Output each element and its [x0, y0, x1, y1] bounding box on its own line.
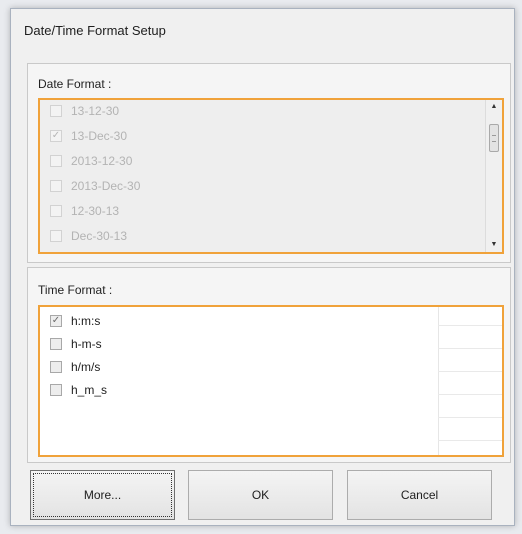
date-format-option[interactable]: Dec-30-13 [50, 227, 127, 245]
date-format-option-label: 13-Dec-30 [71, 129, 128, 143]
date-format-option-label: 2013-12-30 [71, 154, 133, 168]
ok-button[interactable]: OK [188, 470, 333, 520]
dialog-title: Date/Time Format Setup [24, 23, 166, 38]
date-format-option-label: Dec-30-13 [71, 229, 128, 243]
row-divider [438, 325, 502, 326]
column-divider [438, 307, 439, 455]
more-button[interactable]: More... [30, 470, 175, 520]
row-divider [438, 417, 502, 418]
time-format-label: Time Format : [38, 283, 113, 297]
checkbox-icon[interactable] [50, 180, 62, 192]
time-format-option-label: h:m:s [71, 314, 101, 328]
checkbox-icon[interactable] [50, 105, 62, 117]
row-divider [438, 440, 502, 441]
time-format-option-label: h_m_s [71, 383, 108, 397]
scroll-up-arrow-icon[interactable]: ▲ [486, 100, 502, 114]
time-format-list[interactable]: ✓ h:m:s h-m-s h/m/s h_m_s [38, 305, 504, 457]
time-format-option[interactable]: h_m_s [50, 381, 107, 399]
cancel-button[interactable]: Cancel [347, 470, 492, 520]
date-format-group: Date Format : 13-12-30 ✓ 13-Dec-30 2013-… [27, 63, 511, 263]
time-format-option[interactable]: h-m-s [50, 335, 102, 353]
date-format-option[interactable]: 2013-Dec-30 [50, 177, 140, 195]
dialog-window: Date/Time Format Setup Date Format : 13-… [10, 8, 515, 526]
row-divider [438, 348, 502, 349]
row-divider [438, 394, 502, 395]
checkbox-checked-icon[interactable]: ✓ [50, 130, 62, 142]
date-format-option[interactable]: 13-12-30 [50, 102, 119, 120]
date-format-option[interactable]: 12-30-13 [50, 202, 119, 220]
date-format-list[interactable]: 13-12-30 ✓ 13-Dec-30 2013-12-30 2013-Dec… [38, 98, 504, 254]
checkbox-icon[interactable] [50, 155, 62, 167]
time-format-option-label: h/m/s [71, 360, 101, 374]
row-divider [438, 371, 502, 372]
date-format-option-label: 2013-Dec-30 [71, 179, 141, 193]
time-format-option-label: h-m-s [71, 337, 102, 351]
scroll-down-arrow-icon[interactable]: ▼ [486, 238, 502, 252]
checkbox-icon[interactable] [50, 384, 62, 396]
time-format-group: Time Format : ✓ h:m:s h-m-s h/m/s h_m_s [27, 267, 511, 463]
checkbox-icon[interactable] [50, 205, 62, 217]
date-format-option-label: 13-12-30 [71, 104, 120, 118]
date-format-option-label: 12-30-13 [71, 204, 120, 218]
date-format-option[interactable]: 2013-12-30 [50, 152, 132, 170]
checkbox-icon[interactable] [50, 338, 62, 350]
vertical-scrollbar[interactable]: ▲ ▼ [485, 100, 502, 252]
checkbox-checked-icon[interactable]: ✓ [50, 315, 62, 327]
date-format-label: Date Format : [38, 77, 112, 91]
scroll-thumb[interactable] [489, 124, 499, 152]
date-format-option[interactable]: ✓ 13-Dec-30 [50, 127, 127, 145]
time-format-option[interactable]: h/m/s [50, 358, 100, 376]
checkbox-icon[interactable] [50, 361, 62, 373]
time-format-option[interactable]: ✓ h:m:s [50, 312, 100, 330]
checkbox-icon[interactable] [50, 230, 62, 242]
